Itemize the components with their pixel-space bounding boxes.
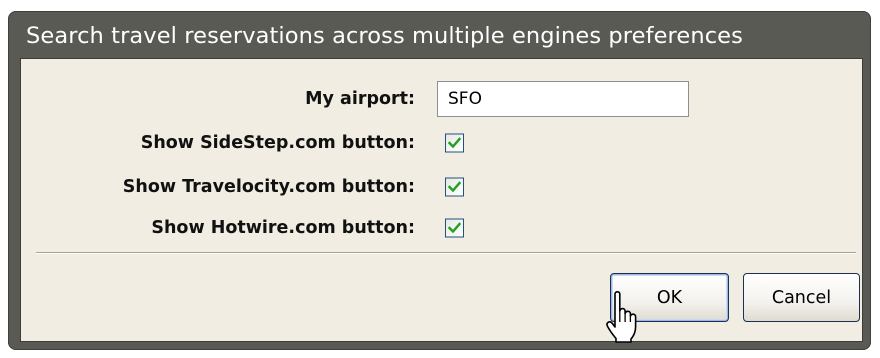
sidestep-row: Show SideStep.com button: (21, 125, 862, 161)
checkmark-icon (448, 181, 461, 193)
travelocity-checkbox[interactable] (445, 177, 464, 197)
airport-label: My airport: (305, 89, 415, 109)
hotwire-label: Show Hotwire.com button: (151, 218, 415, 238)
airport-row: My airport: (21, 81, 862, 117)
sidestep-label: Show SideStep.com button: (140, 133, 415, 153)
hotwire-row: Show Hotwire.com button: (21, 210, 862, 246)
travelocity-row: Show Travelocity.com button: (21, 169, 862, 205)
checkmark-icon (448, 137, 461, 149)
hotwire-checkbox[interactable] (445, 218, 464, 238)
divider (36, 252, 856, 254)
preferences-dialog: Search travel reservations across multip… (8, 11, 871, 350)
preferences-panel: My airport: Show SideStep.com button: Sh… (20, 58, 863, 342)
checkmark-icon (448, 222, 461, 234)
cancel-button[interactable]: Cancel (743, 273, 860, 322)
ok-button[interactable]: OK (610, 273, 729, 322)
airport-input[interactable] (437, 81, 689, 117)
dialog-title: Search travel reservations across multip… (26, 23, 743, 49)
travelocity-label: Show Travelocity.com button: (122, 177, 415, 197)
sidestep-checkbox[interactable] (445, 133, 464, 153)
